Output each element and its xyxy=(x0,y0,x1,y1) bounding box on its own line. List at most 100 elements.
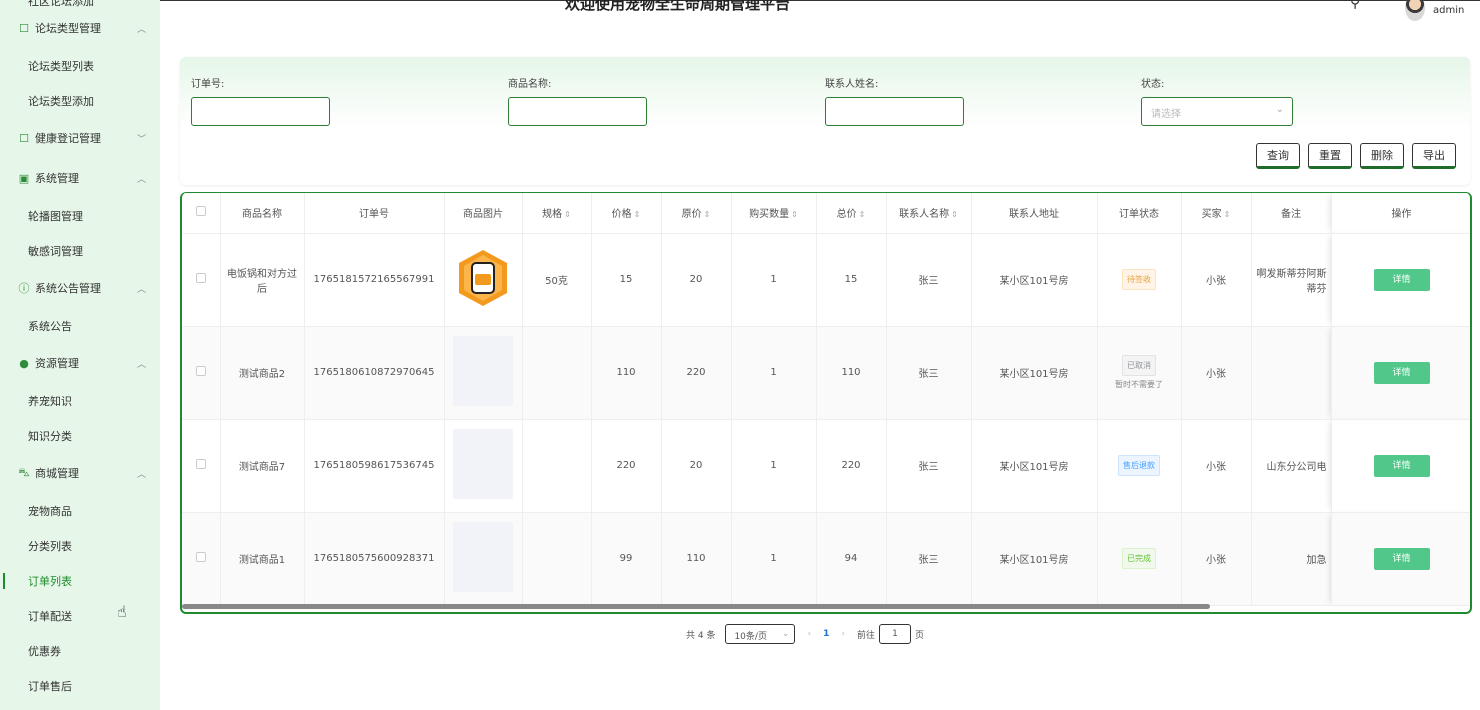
sidebar-item-notice[interactable]: 系统公告 xyxy=(0,308,160,343)
sidebar-item-forum-type-list[interactable]: 论坛类型列表 xyxy=(0,48,160,83)
detail-button[interactable]: 详情 xyxy=(1373,361,1430,384)
product-image[interactable] xyxy=(453,522,513,592)
table-row: 测试商品2 1765180610872970645 110 220 1 110 … xyxy=(182,326,1470,420)
cell-product-name: 测试商品7 xyxy=(220,419,305,513)
chevron-up-icon: ︿ xyxy=(136,284,146,295)
horizontal-scrollbar[interactable] xyxy=(182,604,1210,609)
export-button[interactable]: 导出 xyxy=(1412,143,1456,169)
cell-contact-name: 张三 xyxy=(886,419,972,513)
cell-contact-address: 某小区101号房 xyxy=(971,326,1098,420)
cell-contact-name: 张三 xyxy=(886,512,972,606)
goto-page-input[interactable]: 1 xyxy=(878,624,911,644)
cell-product-image[interactable] xyxy=(444,326,523,420)
sort-icon[interactable]: ⇕ xyxy=(564,210,571,219)
col-remark: 备注 xyxy=(1251,193,1332,234)
cell-actions: 详情 xyxy=(1331,512,1470,606)
prev-page-icon[interactable]: ‹ xyxy=(807,629,811,639)
sidebar-group-health[interactable]: ☐ 健康登记管理 ﹀ xyxy=(0,118,160,158)
cell-product-image[interactable] xyxy=(444,419,523,513)
delete-button[interactable]: 删除 xyxy=(1360,143,1404,169)
sort-icon[interactable]: ⇕ xyxy=(859,210,866,219)
col-price[interactable]: 价格 ⇕ xyxy=(591,193,662,234)
cell-product-image[interactable] xyxy=(444,512,523,606)
sidebar-item-forum-type-add[interactable]: 论坛类型添加 xyxy=(0,83,160,118)
sidebar-group-resource[interactable]: ● 资源管理 ︿ xyxy=(0,343,160,383)
product-name-input[interactable] xyxy=(508,97,647,126)
row-checkbox[interactable] xyxy=(182,512,221,606)
sidebar-item-order-list[interactable]: 订单列表 xyxy=(0,563,160,598)
cell-product-image[interactable] xyxy=(444,233,523,327)
col-quantity[interactable]: 购买数量 ⇕ xyxy=(731,193,817,234)
order-no-input[interactable] xyxy=(191,97,330,126)
sidebar-item-order-delivery[interactable]: 订单配送 xyxy=(0,598,160,633)
chevron-up-icon: ︿ xyxy=(136,24,146,35)
sidebar-group-shop[interactable]: ⛍ 商城管理 ︿ xyxy=(0,453,160,493)
col-total[interactable]: 总价 ⇕ xyxy=(816,193,887,234)
sidebar-group-system[interactable]: ▣ 系统管理 ︿ xyxy=(0,158,160,198)
sidebar-item-pet-products[interactable]: 宠物商品 xyxy=(0,493,160,528)
order-no-field-group: 订单号: xyxy=(191,75,330,126)
detail-button[interactable]: 详情 xyxy=(1373,454,1430,477)
col-contact-name[interactable]: 联系人名称 ⇕ xyxy=(886,193,972,234)
sort-icon[interactable]: ⇕ xyxy=(634,210,641,219)
row-checkbox[interactable] xyxy=(182,419,221,513)
sort-icon[interactable]: ⇕ xyxy=(704,210,711,219)
current-page[interactable]: 1 xyxy=(823,629,829,639)
product-image[interactable] xyxy=(457,249,509,307)
top-header: 欢迎使用宠物全生命周期管理平台 ⚲ admin xyxy=(160,0,1480,38)
sidebar-item-after-sales[interactable]: 订单售后 xyxy=(0,668,160,703)
sidebar-item-category-list[interactable]: 分类列表 xyxy=(0,528,160,563)
contact-name-input[interactable] xyxy=(825,97,964,126)
row-checkbox[interactable] xyxy=(182,326,221,420)
sidebar-item-coupon[interactable]: 优惠券 xyxy=(0,633,160,668)
goto-label: 前往 xyxy=(856,630,875,641)
cell-quantity: 1 xyxy=(731,419,817,513)
cell-actions: 详情 xyxy=(1331,326,1470,420)
product-image[interactable] xyxy=(453,429,513,499)
order-table: 商品名称 订单号 商品图片 规格 ⇕ 价格 ⇕ 原价 ⇕ 购买数量 ⇕ 总价 ⇕ 联系人名… xyxy=(180,192,1472,614)
sidebar-group-notice[interactable]: ⓘ 系统公告管理 ︿ xyxy=(0,268,160,308)
cart-icon: ⛍ xyxy=(18,465,30,479)
sidebar-group-forum-type[interactable]: ☐ 论坛类型管理 ︿ xyxy=(0,8,160,48)
page-unit-label: 页 xyxy=(914,630,924,641)
avatar[interactable] xyxy=(1405,0,1425,21)
detail-button[interactable]: 详情 xyxy=(1373,547,1430,570)
page-size-select[interactable]: 10条/页 ⌄ xyxy=(725,624,796,644)
sidebar-item-knowledge-category[interactable]: 知识分类 xyxy=(0,418,160,453)
chevron-down-icon: ﹀ xyxy=(136,134,146,145)
search-actions: 查询 重置 删除 导出 xyxy=(1256,143,1456,169)
cell-original-price: 20 xyxy=(661,419,732,513)
product-name-label: 商品名称: xyxy=(508,79,552,90)
sidebar: 社区论坛添加 ☐ 论坛类型管理 ︿ 论坛类型列表 论坛类型添加 ☐ 健康登记管理… xyxy=(0,0,160,710)
sort-icon[interactable]: ⇕ xyxy=(791,210,798,219)
info-circle-icon: ⓘ xyxy=(18,282,30,295)
sort-icon[interactable]: ⇕ xyxy=(951,210,958,219)
sort-icon[interactable]: ⇕ xyxy=(1224,210,1231,219)
status-select[interactable]: 请选择 ⌄ xyxy=(1141,97,1293,126)
username[interactable]: admin xyxy=(1433,5,1464,16)
sidebar-group-label: 商城管理 xyxy=(35,467,79,480)
notification-icon[interactable]: ⚲ xyxy=(1350,0,1360,11)
col-original-price[interactable]: 原价 ⇕ xyxy=(661,193,732,234)
query-button[interactable]: 查询 xyxy=(1256,143,1300,169)
cell-buyer: 小张 xyxy=(1181,419,1252,513)
product-image[interactable] xyxy=(453,336,513,406)
order-no-label: 订单号: xyxy=(191,79,225,90)
reset-button[interactable]: 重置 xyxy=(1308,143,1352,169)
plus-square-icon: ☐ xyxy=(19,21,29,35)
cell-contact-address: 某小区101号房 xyxy=(971,419,1098,513)
sidebar-item-carousel[interactable]: 轮播图管理 xyxy=(0,198,160,233)
row-checkbox[interactable] xyxy=(182,233,221,327)
sidebar-item-label: 订单售后 xyxy=(28,679,72,693)
sidebar-item-forum-add[interactable]: 社区论坛添加 xyxy=(0,0,160,8)
select-all-checkbox[interactable] xyxy=(182,193,221,234)
next-page-icon[interactable]: › xyxy=(841,629,845,639)
sidebar-item-pet-knowledge[interactable]: 养宠知识 xyxy=(0,383,160,418)
detail-button[interactable]: 详情 xyxy=(1373,268,1430,291)
col-buyer[interactable]: 买家 ⇕ xyxy=(1181,193,1252,234)
cell-original-price: 220 xyxy=(661,326,732,420)
sidebar-item-label: 优惠券 xyxy=(28,644,61,658)
col-spec[interactable]: 规格 ⇕ xyxy=(522,193,592,234)
status-badge: 已取消 xyxy=(1122,355,1156,376)
sidebar-item-sensitive-words[interactable]: 敏感词管理 xyxy=(0,233,160,268)
